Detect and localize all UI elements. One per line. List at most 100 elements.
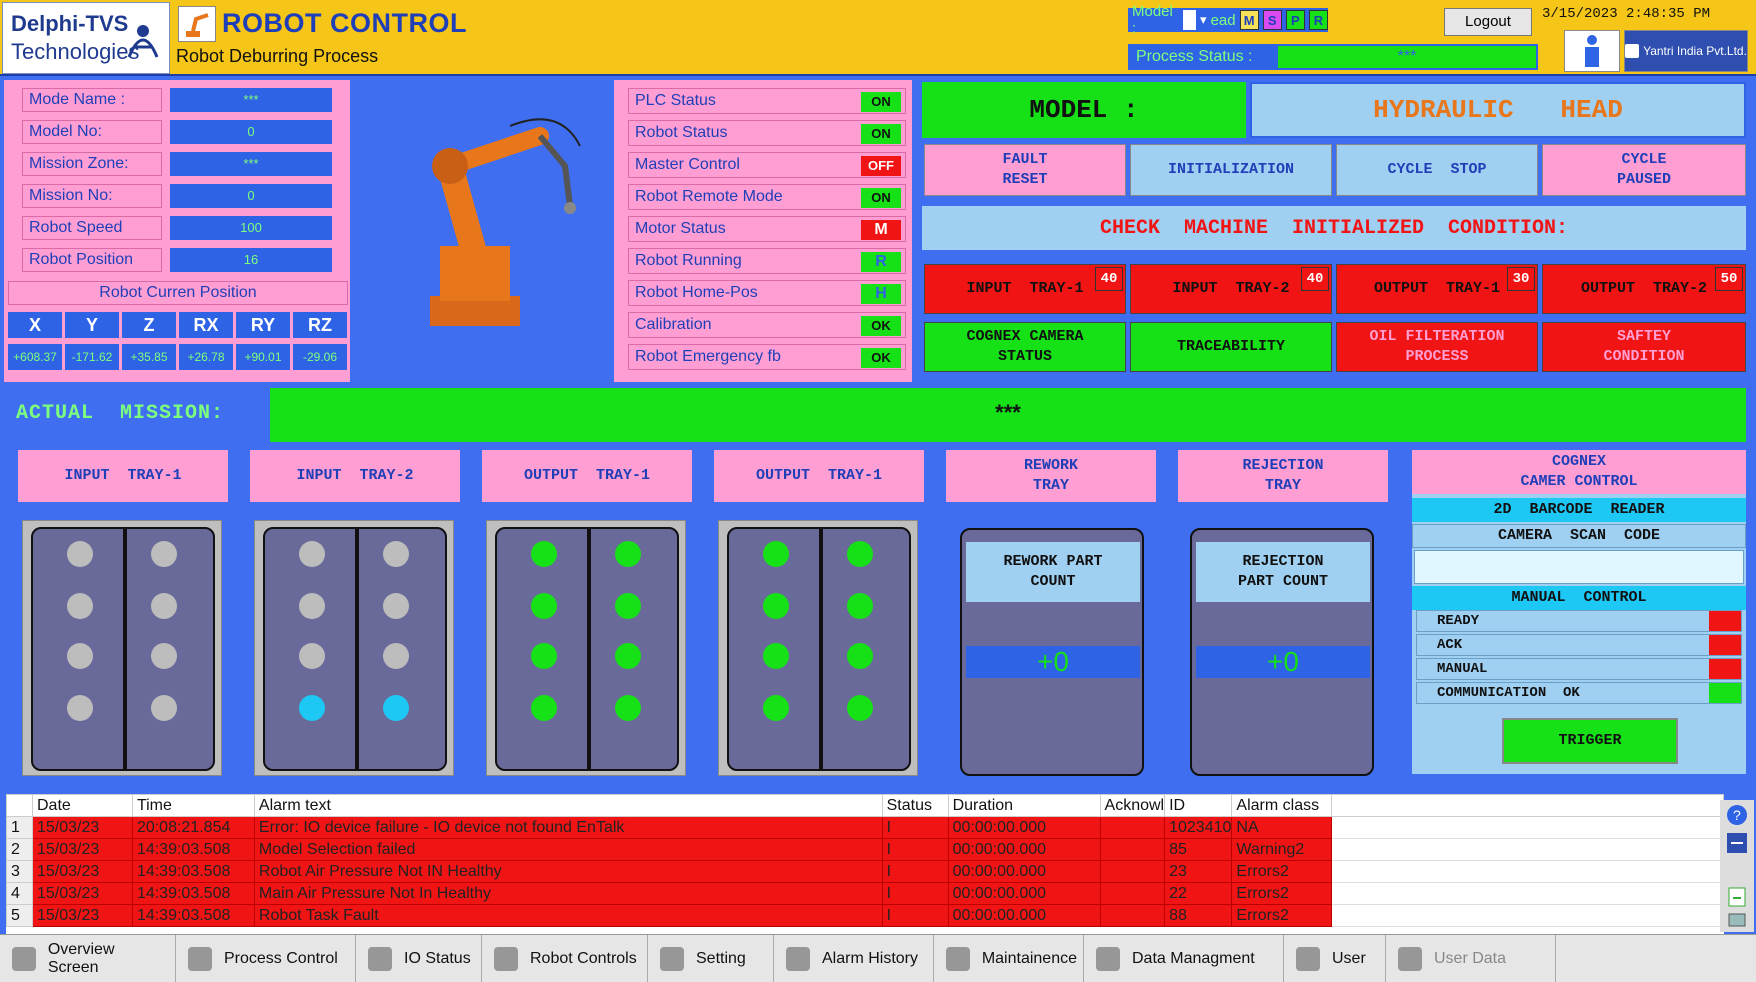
status-label: Robot Running (635, 252, 742, 269)
info-label: Mission No: (22, 184, 162, 208)
app-subtitle: Robot Deburring Process (176, 46, 379, 66)
model-selector[interactable]: Model : ▾ ead M S P R (1128, 3, 1328, 37)
tray-divider (587, 529, 591, 769)
tray-slot-indicator (299, 541, 325, 567)
alarm-row[interactable]: 4 15/03/23 14:39:03.508 Main Air Pressure N… (6, 882, 1724, 905)
tray-slot-indicator (151, 541, 177, 567)
tray-slot-indicator (67, 541, 93, 567)
alarm-cell: 85 (1164, 838, 1233, 861)
tray-count-badge: 40 (1301, 267, 1329, 291)
status-row: Robot Emergency fb OK (628, 344, 906, 370)
model-button-s[interactable]: S (1262, 10, 1282, 30)
traceability-status: TRACEABILITY (1130, 322, 1332, 372)
tray-slot-indicator (299, 695, 325, 721)
model-label: Model : (1132, 3, 1173, 37)
nav-robot-controls[interactable]: Robot Controls (482, 935, 648, 982)
nav-process-control[interactable]: Process Control (176, 935, 356, 982)
table-side-toolbar: ? (1720, 800, 1754, 932)
nav-label: User Data (1434, 950, 1507, 967)
export-icon[interactable] (1726, 886, 1748, 908)
nav-label: IO Status (404, 950, 471, 967)
alarm-cell: 14:39:03.508 (131, 838, 255, 861)
nav-user[interactable]: User (1284, 935, 1386, 982)
output-tray-1-status: OUTPUT TRAY-1 30 (1336, 264, 1538, 314)
header-bar: Delphi-TVS Technologies ROBOT CONTROL Ro… (0, 0, 1756, 76)
alarm-row[interactable]: 1 15/03/23 20:08:21.854 Error: IO device fa… (6, 816, 1724, 839)
cognex-status-label: READY (1437, 613, 1480, 629)
status-row: Robot Home-Pos H (628, 280, 906, 306)
logo-line-2: Technologies (11, 39, 140, 64)
model-label-box: MODEL : (922, 82, 1246, 138)
alarm-icon (780, 941, 816, 977)
model-button-r[interactable]: R (1308, 10, 1328, 30)
process-status: Process Status : *** (1128, 44, 1538, 70)
tray-count-badge: 50 (1715, 267, 1743, 291)
initialization-button[interactable]: INITIALIZATION (1130, 144, 1332, 196)
tray-title-input-1: INPUT TRAY-1 (18, 450, 228, 502)
company-name: Yantri India Pvt.Ltd. (1643, 44, 1747, 58)
alarm-row[interactable]: 5 15/03/23 14:39:03.508 Robot Task Fault I 00… (6, 904, 1724, 927)
col-header-id[interactable]: ID (1164, 794, 1233, 817)
trigger-button[interactable]: TRIGGER (1502, 718, 1678, 764)
cognex-title: COGNEX CAMER CONTROL (1412, 450, 1746, 494)
status-indicator: H (861, 284, 901, 304)
cycle-stop-button[interactable]: CYCLE STOP (1336, 144, 1538, 196)
user-icon[interactable] (1564, 30, 1620, 72)
tray-slot-indicator (763, 593, 789, 619)
col-header-status[interactable]: Status (881, 794, 949, 817)
chevron-down-icon[interactable]: ▾ (1200, 12, 1207, 28)
tray-slot-indicator (531, 643, 557, 669)
alarm-cell: Errors2 (1231, 860, 1333, 883)
model-dropdown-input[interactable] (1182, 10, 1197, 30)
nav-overview-screen[interactable]: Overview Screen (0, 935, 176, 982)
datetime: 3/15/2023 2:48:35 PM (1542, 6, 1711, 22)
model-button-m[interactable]: M (1239, 10, 1259, 30)
status-row: Master Control OFF (628, 152, 906, 178)
fault-reset-button[interactable]: FAULT RESET (924, 144, 1126, 196)
alarm-cell: 1023410 (1164, 816, 1233, 839)
help-icon[interactable]: ? (1726, 804, 1748, 826)
status-indicator: ON (861, 124, 901, 144)
scroll-icon[interactable] (1726, 832, 1748, 854)
nav-maintainence[interactable]: Maintainence (934, 935, 1084, 982)
alarm-row[interactable]: 3 15/03/23 14:39:03.508 Robot Air Pressure … (6, 860, 1724, 883)
nav-label: Process Control (224, 950, 338, 967)
print-icon[interactable] (1726, 908, 1748, 930)
alarm-cell-filler (1331, 838, 1724, 861)
alarm-cell: Robot Task Fault (253, 904, 883, 927)
nav-data-managment[interactable]: Data Managment (1084, 935, 1284, 982)
info-value: 0 (170, 184, 332, 208)
cycle-paused-button[interactable]: CYCLE PAUSED (1542, 144, 1746, 196)
scan-code-field[interactable] (1414, 550, 1744, 584)
col-header-time[interactable]: Time (131, 794, 255, 817)
alarm-cell: 15/03/23 (31, 882, 133, 905)
nav-alarm-history[interactable]: Alarm History (774, 935, 934, 982)
nav-io-status[interactable]: IO Status (356, 935, 482, 982)
status-indicator: ON (861, 188, 901, 208)
alarm-cell: Errors2 (1231, 904, 1333, 927)
nav-user-data[interactable]: User Data (1386, 935, 1556, 982)
col-header-index[interactable] (6, 794, 33, 817)
col-header-date[interactable]: Date (31, 794, 133, 817)
cognex-status-row: COMMUNICATION OK (1416, 682, 1742, 704)
col-header-alarm-class[interactable]: Alarm class (1231, 794, 1333, 817)
rejection-counter: REJECTION PART COUNT +0 (1190, 528, 1374, 776)
robot-status-panel: PLC Status ON Robot Status ON Master Contr… (614, 80, 912, 382)
alarm-cell (1099, 882, 1166, 905)
model-button-p[interactable]: P (1285, 10, 1305, 30)
safety-condition-status: SAFTEY CONDITION (1542, 322, 1746, 372)
status-label: Robot Emergency fb (635, 348, 781, 365)
nav-setting[interactable]: Setting (648, 935, 774, 982)
chart-icon (1090, 941, 1126, 977)
alarm-cell (1099, 816, 1166, 839)
tray-slot-indicator (67, 643, 93, 669)
col-header-acknowl[interactable]: Acknowl (1099, 794, 1166, 817)
input-tray-2-view (254, 520, 454, 776)
logout-button[interactable]: Logout (1444, 8, 1532, 36)
info-row: Mission Zone: *** (22, 152, 332, 176)
col-header-alarm-text[interactable]: Alarm text (253, 794, 883, 817)
tray-slot-indicator (615, 593, 641, 619)
col-header-duration[interactable]: Duration (947, 794, 1101, 817)
user-icon (1290, 941, 1326, 977)
alarm-row[interactable]: 2 15/03/23 14:39:03.508 Model Selection fai… (6, 838, 1724, 861)
